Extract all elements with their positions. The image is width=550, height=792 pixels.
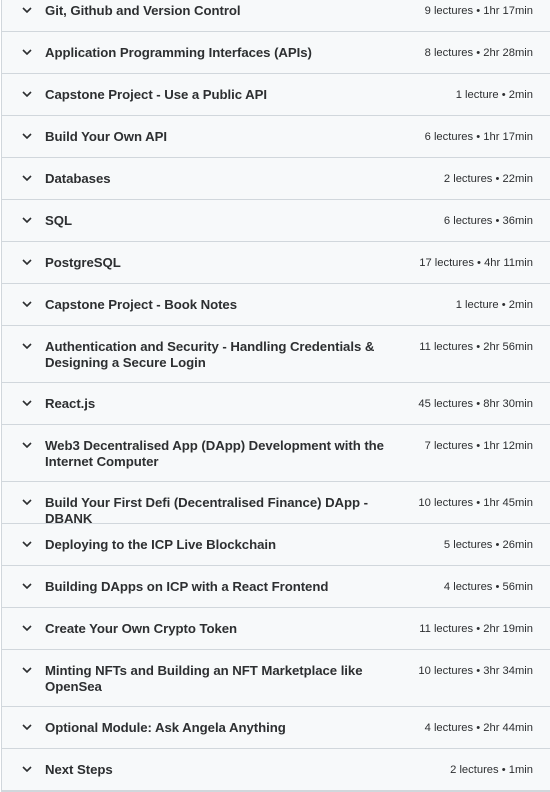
chevron-down-icon <box>21 171 33 185</box>
section-lecture-meta: 45 lectures • 8hr 30min <box>418 398 533 410</box>
section-title: Capstone Project - Book Notes <box>45 297 237 312</box>
chevron-down-icon <box>21 45 33 59</box>
section-lecture-meta: 2 lectures • 22min <box>443 173 533 185</box>
chevron-down-icon <box>21 579 33 593</box>
section-title: Minting NFTs and Building an NFT Marketp… <box>45 663 363 694</box>
chevron-down-icon <box>21 762 33 776</box>
section-header-authentication[interactable]: Authentication and Security - Handling C… <box>2 326 550 383</box>
section-lecture-meta: 8 lectures • 2hr 28min <box>424 47 533 59</box>
section-title: Application Programming Interfaces (APIs… <box>45 45 312 60</box>
section-title: Building DApps on ICP with a React Front… <box>45 579 329 594</box>
section-header-capstone-book-notes[interactable]: Capstone Project - Book Notes 1 lecture … <box>2 284 550 326</box>
section-lecture-meta: 7 lectures • 1hr 12min <box>424 440 533 452</box>
section-title: Create Your Own Crypto Token <box>45 621 238 636</box>
section-header-reactjs[interactable]: React.js 45 lectures • 8hr 30min <box>2 383 550 425</box>
section-title: Web3 Decentralised App (DApp) Developmen… <box>45 438 384 469</box>
section-lecture-meta: 2 lectures • 1min <box>450 764 533 776</box>
section-header-apis[interactable]: Application Programming Interfaces (APIs… <box>2 32 550 74</box>
section-header-web3-dapp[interactable]: Web3 Decentralised App (DApp) Developmen… <box>2 425 550 482</box>
section-lecture-meta: 5 lectures • 26min <box>443 539 533 551</box>
section-header-postgresql[interactable]: PostgreSQL 17 lectures • 4hr 11min <box>2 242 550 284</box>
section-title: Build Your Own API <box>45 129 167 144</box>
section-header-crypto-token[interactable]: Create Your Own Crypto Token 11 lectures… <box>2 608 550 650</box>
section-lecture-meta: 1 lecture • 2min <box>455 89 533 101</box>
section-lecture-meta: 11 lectures • 2hr 19min <box>419 623 533 635</box>
section-header-ask-angela[interactable]: Optional Module: Ask Angela Anything 4 l… <box>2 707 550 749</box>
section-lecture-meta: 17 lectures • 4hr 11min <box>419 257 533 269</box>
section-lecture-meta: 1 lecture • 2min <box>455 299 533 311</box>
section-lecture-meta: 11 lectures • 2hr 56min <box>419 341 533 353</box>
chevron-down-icon <box>21 339 33 353</box>
section-header-git[interactable]: Git, Github and Version Control 9 lectur… <box>2 0 550 32</box>
section-title: Capstone Project - Use a Public API <box>45 87 268 102</box>
chevron-down-icon <box>21 255 33 269</box>
section-lecture-meta: 4 lectures • 2hr 44min <box>424 722 533 734</box>
section-title: Deploying to the ICP Live Blockchain <box>45 537 276 552</box>
chevron-down-icon <box>21 396 33 410</box>
chevron-down-icon <box>21 537 33 551</box>
section-title: PostgreSQL <box>45 255 121 270</box>
section-header-sql[interactable]: SQL 6 lectures • 36min <box>2 200 550 242</box>
section-header-databases[interactable]: Databases 2 lectures • 22min <box>2 158 550 200</box>
section-header-defi-dbank[interactable]: Build Your First Defi (Decentralised Fin… <box>2 482 550 526</box>
chevron-down-icon <box>21 438 33 452</box>
section-title: Optional Module: Ask Angela Anything <box>45 720 286 735</box>
section-title: Next Steps <box>45 762 113 777</box>
chevron-down-icon <box>21 720 33 734</box>
chevron-down-icon <box>21 3 33 17</box>
section-title: Authentication and Security - Handling C… <box>45 339 375 370</box>
section-header-nft-marketplace[interactable]: Minting NFTs and Building an NFT Marketp… <box>2 650 550 707</box>
section-lecture-meta: 9 lectures • 1hr 17min <box>424 5 533 17</box>
section-title: Git, Github and Version Control <box>45 3 241 18</box>
chevron-down-icon <box>21 621 33 635</box>
chevron-down-icon <box>21 495 33 509</box>
section-header-next-steps[interactable]: Next Steps 2 lectures • 1min <box>2 749 550 791</box>
section-lecture-meta: 4 lectures • 56min <box>443 581 533 593</box>
section-title: SQL <box>45 213 72 228</box>
section-title: Build Your First Defi (Decentralised Fin… <box>45 495 368 526</box>
section-header-icp-react[interactable]: Building DApps on ICP with a React Front… <box>2 566 550 608</box>
chevron-down-icon <box>21 213 33 227</box>
section-header-icp-deploy[interactable]: Deploying to the ICP Live Blockchain 5 l… <box>2 524 550 566</box>
chevron-down-icon <box>21 87 33 101</box>
section-lecture-meta: 10 lectures • 3hr 34min <box>418 665 533 677</box>
section-lecture-meta: 10 lectures • 1hr 45min <box>418 497 533 509</box>
section-header-build-api[interactable]: Build Your Own API 6 lectures • 1hr 17mi… <box>2 116 550 158</box>
course-curriculum: Git, Github and Version Control 9 lectur… <box>1 0 550 792</box>
section-title: React.js <box>45 396 96 411</box>
section-title: Databases <box>45 171 111 186</box>
section-header-capstone-public-api[interactable]: Capstone Project - Use a Public API 1 le… <box>2 74 550 116</box>
section-lecture-meta: 6 lectures • 1hr 17min <box>424 131 533 143</box>
section-lecture-meta: 6 lectures • 36min <box>443 215 533 227</box>
chevron-down-icon <box>21 663 33 677</box>
chevron-down-icon <box>21 129 33 143</box>
chevron-down-icon <box>21 297 33 311</box>
